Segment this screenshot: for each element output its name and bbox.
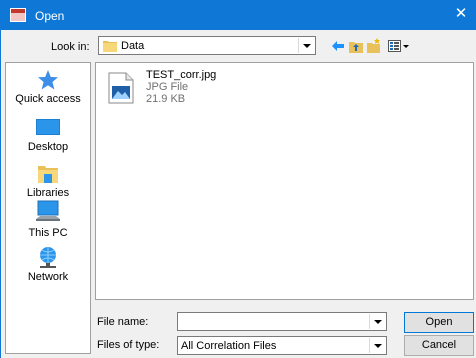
chevron-down-icon[interactable] <box>369 338 385 353</box>
place-desktop[interactable]: Desktop <box>6 117 90 153</box>
list-item[interactable]: TEST_corr.jpg JPG File 21.9 KB <box>108 69 258 117</box>
title-bar[interactable]: Open ✕ <box>0 0 476 30</box>
place-quick-access[interactable]: Quick access <box>6 69 90 105</box>
chevron-down-icon[interactable] <box>298 38 314 53</box>
place-libraries[interactable]: Libraries <box>6 163 90 199</box>
place-label: Desktop <box>27 141 69 153</box>
places-bar: Quick access Desktop Libraries This PC N… <box>5 62 91 354</box>
chevron-down-icon[interactable] <box>369 314 385 329</box>
file-type: JPG File <box>146 81 189 93</box>
place-label: Network <box>27 271 69 283</box>
file-name: TEST_corr.jpg <box>146 69 217 81</box>
place-label: Libraries <box>26 187 70 199</box>
file-size: 21.9 KB <box>146 93 186 105</box>
window-border <box>0 30 1 358</box>
desktop-icon <box>36 119 60 135</box>
close-icon[interactable]: ✕ <box>446 0 476 30</box>
image-file-icon <box>108 72 134 104</box>
app-icon <box>10 8 26 22</box>
file-list[interactable]: TEST_corr.jpg JPG File 21.9 KB <box>95 62 474 300</box>
up-folder-icon[interactable] <box>349 38 363 54</box>
window-title: Open <box>35 9 65 23</box>
look-in-value: Data <box>121 40 145 52</box>
folder-icon <box>103 41 117 52</box>
file-name-label: File name: <box>97 316 149 328</box>
open-dialog: Open ✕ Look in: Data Quick access Deskto… <box>0 0 476 358</box>
computer-icon <box>36 200 60 221</box>
libraries-icon <box>38 166 58 183</box>
place-this-pc[interactable]: This PC <box>6 199 90 239</box>
star-icon <box>38 70 58 90</box>
look-in-label: Look in: <box>51 41 90 53</box>
file-type-dropdown[interactable]: All Correlation Files <box>177 336 387 355</box>
place-network[interactable]: Network <box>6 245 90 283</box>
new-folder-icon[interactable] <box>367 38 381 54</box>
file-type-label: Files of type: <box>97 339 160 351</box>
view-menu-icon[interactable] <box>388 38 410 54</box>
look-in-dropdown[interactable]: Data <box>98 36 316 55</box>
back-arrow-icon[interactable] <box>331 38 345 54</box>
open-button[interactable]: Open <box>404 312 474 333</box>
file-name-input[interactable] <box>177 312 387 331</box>
file-type-value: All Correlation Files <box>181 340 277 352</box>
network-icon <box>40 247 56 268</box>
place-label: Quick access <box>15 93 81 105</box>
cancel-button[interactable]: Cancel <box>404 335 474 356</box>
place-label: This PC <box>28 227 68 239</box>
